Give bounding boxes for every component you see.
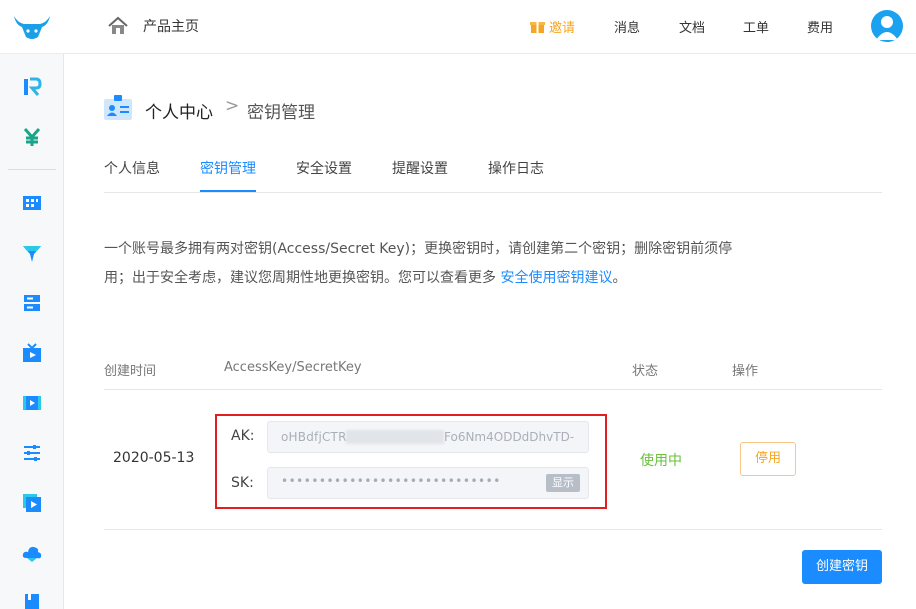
tab-security[interactable]: 安全设置 xyxy=(296,158,352,178)
tab-keys[interactable]: 密钥管理 xyxy=(200,158,256,178)
server-icon[interactable] xyxy=(21,292,43,314)
r-logo-icon[interactable] xyxy=(21,76,43,98)
access-key-field[interactable]: oHBdfjCTRX Fo6Nm4ODDdDhvTD- xyxy=(267,421,589,453)
home-icon[interactable] xyxy=(107,15,129,37)
tab-logs[interactable]: 操作日志 xyxy=(488,158,544,178)
media-icon[interactable] xyxy=(21,492,43,514)
avatar[interactable] xyxy=(871,10,903,42)
column-header-status: 状态 xyxy=(632,364,659,379)
video-icon[interactable] xyxy=(21,392,43,414)
gift-icon xyxy=(530,22,545,33)
description-suffix: 。 xyxy=(612,270,627,286)
chevron-right-icon: > xyxy=(225,96,240,116)
description: 一个账号最多拥有两对密钥(Access/Secret Key)；更换密钥时，请创… xyxy=(104,235,744,293)
table-header-divider xyxy=(104,389,882,390)
secret-key-field[interactable]: ••••••••••••••••••••••••••••••••••••••••… xyxy=(267,467,589,499)
status-badge: 使用中 xyxy=(640,453,682,469)
tab-bar: 个人信息 密钥管理 安全设置 提醒设置 操作日志 xyxy=(104,150,882,193)
access-key-redacted xyxy=(346,430,444,444)
user-icon xyxy=(876,16,898,40)
table-row-divider xyxy=(104,529,882,530)
secret-key-mask: •••••••••••••••••••••••••••••••••••••••• xyxy=(281,474,501,488)
invite-label: 邀请 xyxy=(549,21,576,36)
id-card-icon xyxy=(104,95,132,120)
home-link[interactable]: 产品主页 xyxy=(143,16,199,36)
ak-label: AK: xyxy=(231,428,255,444)
grid-icon[interactable] xyxy=(21,192,43,214)
tv-icon[interactable] xyxy=(21,342,43,364)
breadcrumb-current: 密钥管理 xyxy=(247,103,315,123)
created-date: 2020-05-13 xyxy=(113,450,195,466)
column-header-keys: AccessKey/SecretKey xyxy=(224,360,362,375)
disable-button[interactable]: 停用 xyxy=(740,442,796,476)
funnel-icon[interactable] xyxy=(21,242,43,264)
docs-link[interactable]: 文档 xyxy=(679,17,705,36)
sk-label: SK: xyxy=(231,475,254,491)
create-key-button[interactable]: 创建密钥 xyxy=(802,550,882,584)
column-header-actions: 操作 xyxy=(732,364,759,379)
tickets-link[interactable]: 工单 xyxy=(743,17,769,36)
sidebar xyxy=(0,54,64,609)
description-text: 一个账号最多拥有两对密钥(Access/Secret Key)；更换密钥时，请创… xyxy=(104,241,733,286)
top-bar: 产品主页 邀请 消息 文档 工单 费用 xyxy=(0,0,916,54)
tab-reminders[interactable]: 提醒设置 xyxy=(392,158,448,178)
messages-link[interactable]: 消息 xyxy=(614,17,640,36)
book-icon[interactable] xyxy=(21,592,43,609)
access-key-prefix: oHBdfjCTRX xyxy=(281,430,356,444)
cloud-icon[interactable] xyxy=(21,542,43,564)
billing-link[interactable]: 费用 xyxy=(807,17,833,36)
bull-logo-icon[interactable] xyxy=(12,13,52,41)
active-tab-indicator xyxy=(200,190,256,192)
show-secret-button[interactable]: 显示 xyxy=(546,474,580,492)
invite-link[interactable]: 邀请 xyxy=(530,17,575,36)
column-header-created: 创建时间 xyxy=(104,364,157,379)
sidebar-divider xyxy=(8,169,56,170)
yen-icon[interactable] xyxy=(21,126,43,148)
breadcrumb-parent[interactable]: 个人中心 xyxy=(145,98,213,123)
tab-profile[interactable]: 个人信息 xyxy=(104,158,160,178)
access-key-suffix: Fo6Nm4ODDdDhvTD- xyxy=(444,430,575,444)
security-advice-link[interactable]: 安全使用密钥建议 xyxy=(500,270,612,286)
sliders-icon[interactable] xyxy=(21,442,43,464)
